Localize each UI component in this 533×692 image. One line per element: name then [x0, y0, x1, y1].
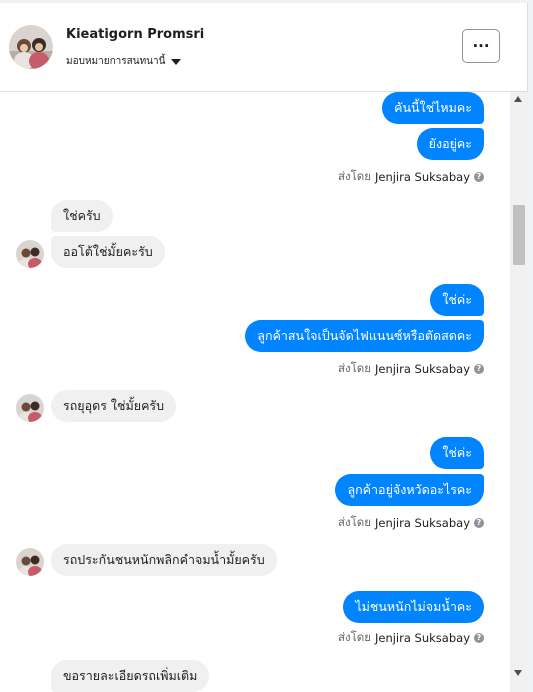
scroll-down-arrow-icon[interactable]	[514, 670, 522, 676]
scroll-thumb[interactable]	[513, 205, 525, 265]
conversation-panel: Kieatigorn Promsri มอบหมายการสนทนานี้ ··…	[0, 0, 528, 692]
outgoing-message[interactable]: ใช่ค่ะ	[430, 284, 484, 316]
caret-down-icon	[171, 58, 182, 65]
assign-label: มอบหมายการสนทนานี้	[66, 56, 166, 67]
sent-by-agent[interactable]: Jenjira Suksabay	[375, 362, 470, 376]
contact-avatar-small	[16, 548, 44, 576]
window-edge	[528, 0, 533, 692]
incoming-message[interactable]: ออโต้ใช่มั้ยคะรับ	[51, 236, 165, 268]
sent-by-agent[interactable]: Jenjira Suksabay	[375, 516, 470, 530]
incoming-message[interactable]: รถยุอุดร ใช่มั้ยครับ	[51, 390, 177, 422]
contact-avatar[interactable]	[9, 25, 53, 69]
outgoing-message[interactable]: ยังอยู่คะ	[416, 128, 484, 160]
header-divider	[0, 0, 528, 3]
sent-by-agent[interactable]: Jenjira Suksabay	[375, 631, 470, 645]
incoming-message[interactable]: ใช่ครับ	[51, 200, 113, 232]
help-icon[interactable]: ?	[474, 364, 484, 374]
outgoing-message[interactable]: ไม่ชนหนักไม่จมน้ำคะ	[343, 591, 484, 623]
sent-by-prefix: ส่งโดย	[337, 630, 371, 644]
assign-conversation-dropdown[interactable]: มอบหมายการสนทนานี้	[66, 54, 182, 69]
sent-by-label: ส่งโดย Jenjira Suksabay ?	[338, 168, 484, 186]
contact-avatar-small	[16, 240, 44, 268]
help-icon[interactable]: ?	[474, 518, 484, 528]
sent-by-label: ส่งโดย Jenjira Suksabay ?	[338, 629, 484, 647]
sent-by-prefix: ส่งโดย	[337, 515, 371, 529]
message-thread[interactable]: คันนี้ใช่ไหมคะ ยังอยู่คะ ส่งโดย Jenjira …	[0, 92, 510, 692]
outgoing-message[interactable]: ลูกค้าสนใจเป็นจัดไฟแนนซ์หรือตัดสดคะ	[245, 320, 484, 352]
outgoing-message[interactable]: ใช่ค่ะ	[430, 437, 484, 469]
sent-by-agent[interactable]: Jenjira Suksabay	[375, 170, 470, 184]
sent-by-label: ส่งโดย Jenjira Suksabay ?	[338, 514, 484, 532]
conversation-header: Kieatigorn Promsri มอบหมายการสนทนานี้ ··…	[0, 0, 528, 92]
more-options-button[interactable]: ···	[462, 29, 500, 63]
contact-name[interactable]: Kieatigorn Promsri	[66, 27, 204, 42]
thread-scrollbar[interactable]	[510, 92, 528, 692]
help-icon[interactable]: ?	[474, 633, 484, 643]
incoming-message[interactable]: ขอรายละเอียดรถเพิ่มเติม	[51, 660, 210, 692]
contact-avatar-small	[16, 394, 44, 422]
incoming-message[interactable]: รถประกันชนหนักพลิกคำจมน้ำมั้ยครับ	[51, 544, 277, 576]
outgoing-message[interactable]: ลูกค้าอยู่จังหวัดอะไรคะ	[335, 474, 484, 506]
scroll-up-arrow-icon[interactable]	[514, 96, 522, 102]
sent-by-prefix: ส่งโดย	[337, 169, 371, 183]
sent-by-label: ส่งโดย Jenjira Suksabay ?	[338, 360, 484, 378]
sent-by-prefix: ส่งโดย	[337, 361, 371, 375]
outgoing-message[interactable]: คันนี้ใช่ไหมคะ	[382, 92, 484, 124]
help-icon[interactable]: ?	[474, 172, 484, 182]
